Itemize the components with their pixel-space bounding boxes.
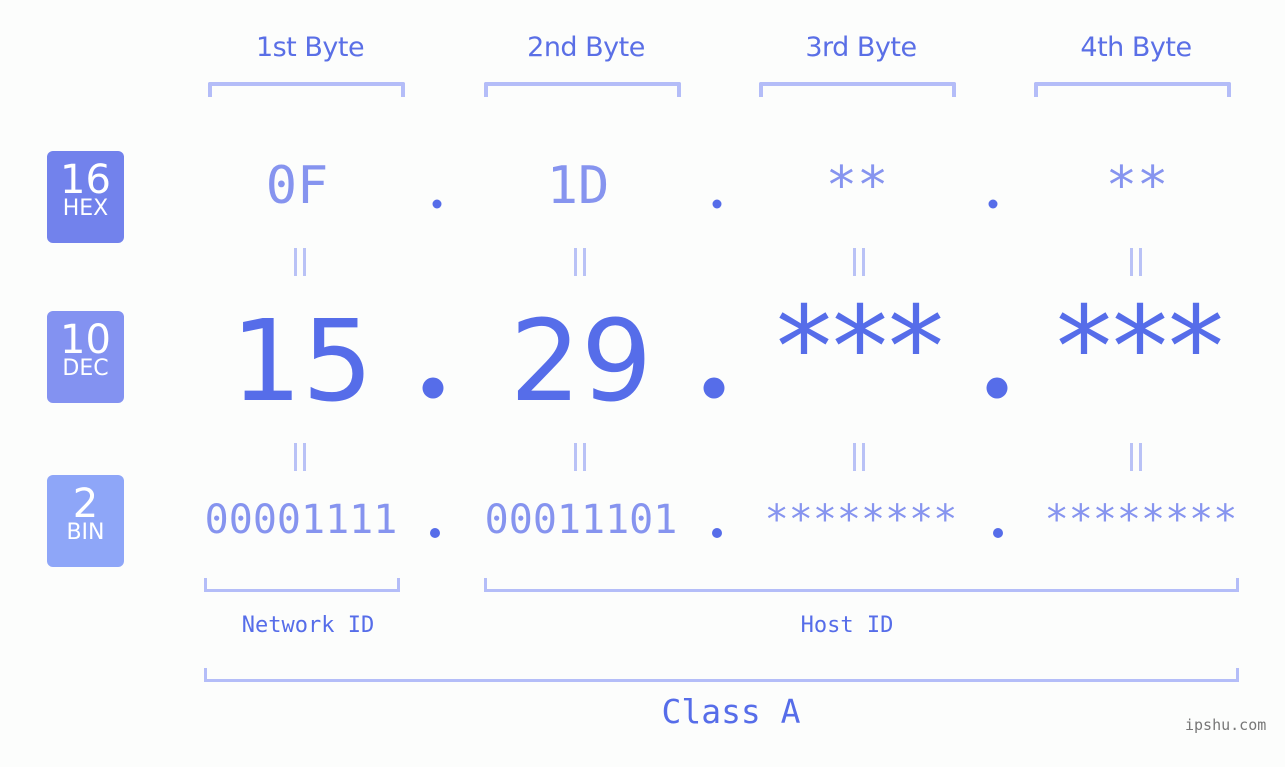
hex-byte-1: 0F [265,156,329,216]
equals-icon [294,248,306,276]
equals-icon [853,248,865,276]
hex-byte-3: ** [825,156,889,216]
bin-dot-3 [993,528,1003,538]
host-id-label: Host ID [800,613,894,638]
hex-label: HEX [62,196,109,221]
byte-label-3: 3rd Byte [805,32,917,63]
equals-icon [294,443,306,471]
bin-byte-1: 00001111 [204,497,398,543]
hex-byte-4: ** [1105,156,1169,216]
dec-label: DEC [62,356,109,381]
dec-byte-3: *** [776,283,944,413]
byte-bracket-4 [1034,82,1231,97]
dec-base: 10 [60,317,111,363]
equals-icon [574,248,586,276]
hex-dot-2 [712,199,722,209]
hex-byte-2: 1D [546,156,610,216]
dec-badge: 10 DEC [47,311,124,403]
bin-dot-1 [430,528,440,538]
class-bracket [204,668,1239,682]
byte-label-1: 1st Byte [255,32,365,63]
host-bracket [484,578,1239,592]
bin-base: 2 [72,481,99,527]
hex-dot-1 [432,199,442,209]
hex-dot-3 [988,199,998,209]
dec-byte-2: 29 [509,297,653,427]
class-label: Class A [661,692,801,731]
dec-dot-1 [422,377,444,399]
equals-icon [1130,248,1142,276]
byte-bracket-3 [759,82,956,97]
byte-bracket-1 [208,82,405,97]
bin-label: BIN [66,520,105,545]
bin-byte-4: ******** [1044,497,1238,543]
hex-badge: 16 HEX [47,151,124,243]
network-bracket [204,578,400,592]
dec-byte-4: *** [1056,283,1224,413]
watermark: ipshu.com [1185,716,1267,734]
equals-icon [853,443,865,471]
bin-byte-2: 00011101 [484,497,678,543]
byte-bracket-2 [484,82,681,97]
bin-badge: 2 BIN [47,475,124,567]
equals-icon [1130,443,1142,471]
byte-label-2: 2nd Byte [527,32,645,63]
network-id-label: Network ID [241,613,375,638]
hex-base: 16 [60,157,111,203]
bin-byte-3: ******** [764,497,958,543]
dec-dot-2 [703,377,725,399]
bin-dot-2 [712,528,722,538]
byte-label-4: 4th Byte [1080,32,1192,63]
dec-dot-3 [986,377,1008,399]
equals-icon [574,443,586,471]
dec-byte-1: 15 [230,297,374,427]
